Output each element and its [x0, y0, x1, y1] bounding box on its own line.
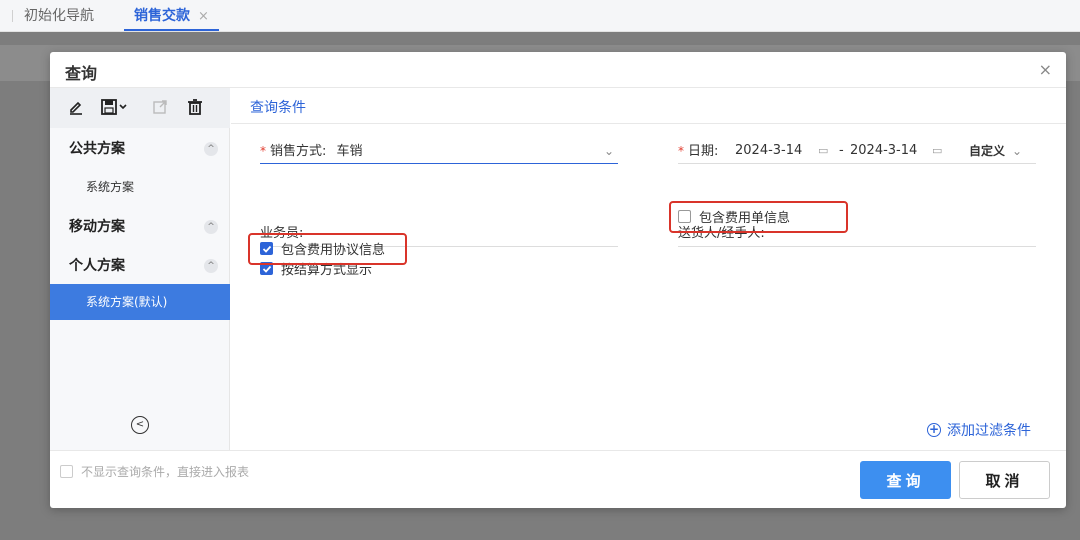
tab-query-conditions[interactable]: 查询条件	[250, 97, 306, 117]
dialog-footer: 不显示查询条件，直接进入报表 查询 取消	[50, 450, 1066, 508]
dialog-header: 查询 ×	[50, 52, 1066, 88]
checkbox-unchecked-icon	[60, 465, 73, 478]
save-icon[interactable]	[100, 97, 130, 117]
field-value: 车销	[336, 144, 363, 159]
date-range-field: * 日期: 2024-3-14 ▭ - 2024-3-14 ▭ 自定义 ⌄	[678, 140, 1036, 164]
scheme-panel: 公共方案 ^ 系统方案 移动方案 ^ 个人方案 ^ 系统方案(默认) <	[50, 88, 230, 450]
checkbox-label: 包含费用单信息	[699, 211, 791, 226]
checkbox-label: 包含费用协议信息	[281, 243, 386, 258]
tab-sales-payment[interactable]: 销售交款 ×	[124, 0, 219, 31]
chevron-up-icon[interactable]: ^	[204, 259, 218, 273]
tab-init-nav[interactable]: 初始化导航	[12, 0, 94, 32]
required-mark: *	[260, 144, 266, 158]
checkbox-unchecked-icon	[678, 210, 691, 223]
tab-bar: 初始化导航 销售交款 ×	[0, 0, 1080, 32]
checkbox-skip-conditions[interactable]: 不显示查询条件，直接进入报表	[60, 463, 249, 480]
checkbox-include-fee-agreement[interactable]: 包含费用协议信息	[260, 239, 385, 258]
query-button[interactable]: 查询	[860, 461, 951, 499]
group-personal-scheme[interactable]: 个人方案	[69, 255, 125, 275]
calendar-icon[interactable]: ▭	[818, 140, 828, 162]
sale-method-select[interactable]: * 销售方式: 车销 ⌄	[260, 140, 618, 164]
date-range-type-select[interactable]: 自定义	[969, 140, 1005, 162]
tab-label: 销售交款	[134, 8, 190, 24]
add-filter-label: 添加过滤条件	[947, 423, 1031, 439]
checkbox-label: 不显示查询条件，直接进入报表	[81, 465, 250, 479]
required-mark: *	[678, 144, 684, 158]
plus-circle-icon: +	[927, 422, 941, 437]
divider	[231, 123, 1066, 124]
scheme-item-system-default[interactable]: 系统方案(默认)	[50, 284, 230, 320]
group-public-scheme[interactable]: 公共方案	[69, 138, 125, 158]
collapse-left-icon[interactable]: <	[131, 416, 149, 434]
scheme-toolbar	[50, 88, 230, 128]
dialog-title: 查询	[65, 64, 98, 83]
edit-icon[interactable]	[66, 97, 86, 117]
checkbox-include-fee-bill[interactable]: 包含费用单信息	[678, 207, 790, 226]
scheme-item-system[interactable]: 系统方案	[86, 178, 134, 195]
chevron-down-icon: ⌄	[1011, 144, 1022, 158]
cancel-button[interactable]: 取消	[959, 461, 1050, 499]
condition-panel: 查询条件 * 销售方式: 车销 ⌄ * 日期: 2024-3-14 ▭ - 2024…	[231, 88, 1066, 450]
date-from-input[interactable]: 2024-3-14	[735, 140, 802, 162]
chevron-up-icon[interactable]: ^	[204, 220, 218, 234]
calendar-icon[interactable]: ▭	[932, 140, 942, 162]
field-label: 销售方式:	[270, 144, 327, 159]
close-icon[interactable]: ×	[198, 9, 209, 24]
add-filter-button[interactable]: + 添加过滤条件	[927, 420, 1031, 440]
export-icon[interactable]	[150, 97, 170, 117]
query-dialog: 查询 × 公共方案 ^ 系统方案 移动方案 ^ 个人方案 ^ 系统方案(默认) …	[50, 52, 1066, 508]
group-mobile-scheme[interactable]: 移动方案	[69, 216, 125, 236]
close-icon[interactable]: ×	[1039, 60, 1052, 79]
chevron-down-icon: ⌄	[603, 144, 614, 158]
date-separator: -	[839, 143, 844, 158]
field-label: 日期:	[688, 144, 719, 159]
checkbox-checked-icon	[260, 242, 273, 255]
tab-label: 初始化导航	[24, 8, 94, 24]
chevron-up-icon[interactable]: ^	[204, 142, 218, 156]
date-to-input[interactable]: 2024-3-14	[850, 140, 917, 162]
delete-icon[interactable]	[185, 97, 205, 117]
